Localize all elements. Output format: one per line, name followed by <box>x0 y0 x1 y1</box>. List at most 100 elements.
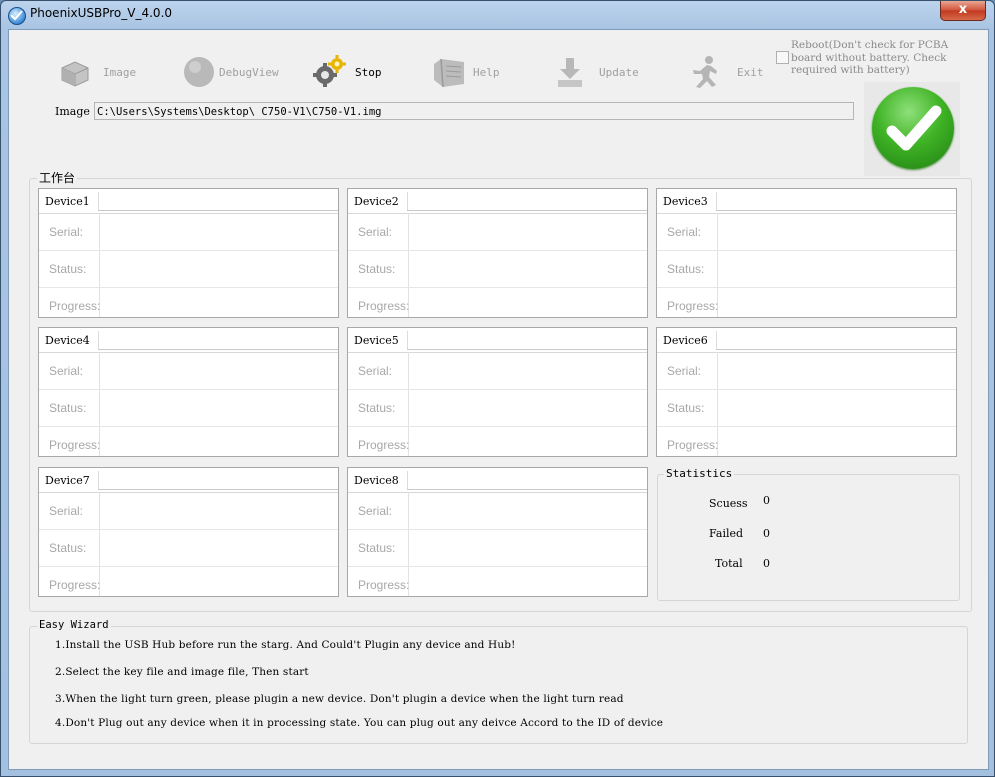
serial-label: Serial: <box>49 504 84 518</box>
checkmark-icon <box>886 105 942 151</box>
reboot-checkbox[interactable] <box>776 51 789 64</box>
status-label: Status: <box>49 541 87 555</box>
header-underline <box>98 489 338 490</box>
header-underline <box>716 349 956 350</box>
progress-row: Progress: <box>657 288 956 324</box>
serial-label: Serial: <box>358 504 393 518</box>
status-label: Status: <box>667 262 705 276</box>
running-man-exit-icon <box>687 54 723 90</box>
header-divider <box>98 331 99 349</box>
header-underline <box>98 210 338 211</box>
title-bar[interactable]: PhoenixUSBPro_V_4.0.0 x <box>1 1 994 28</box>
device-panel: Device2 Serial: Status: Progress: <box>347 188 648 318</box>
serial-label: Serial: <box>49 364 84 378</box>
debug-circle-icon <box>181 54 217 90</box>
device-panel: Device6 Serial: Status: Progress: <box>656 327 957 457</box>
header-underline <box>716 210 956 211</box>
device-header: Device6 <box>657 328 956 353</box>
progress-label: Progress: <box>49 578 101 592</box>
wizard-line-4: 4.Don't Plug out any device when it in p… <box>55 717 664 729</box>
progress-label: Progress: <box>667 299 719 313</box>
status-label: Status: <box>358 262 396 276</box>
statistics-title: Statistics <box>664 467 735 480</box>
header-divider <box>716 192 717 210</box>
device-name: Device3 <box>663 195 708 208</box>
serial-label: Serial: <box>667 364 702 378</box>
device-header: Device5 <box>348 328 647 353</box>
image-file-icon <box>57 54 93 90</box>
progress-row: Progress: <box>39 567 338 603</box>
device-header: Device8 <box>348 468 647 493</box>
reboot-option[interactable]: Reboot(Don't check for PCBA board withou… <box>776 39 966 77</box>
image-path-field[interactable]: C:\Users\Systems\Desktop\ C750-V1\C750-V… <box>94 102 854 120</box>
serial-row: Serial: <box>657 353 956 390</box>
device-name: Device2 <box>354 195 399 208</box>
header-divider <box>716 331 717 349</box>
header-underline <box>407 489 647 490</box>
update-button[interactable]: Update <box>553 52 639 92</box>
progress-label: Progress: <box>358 438 410 452</box>
gears-icon <box>311 54 347 90</box>
progress-label: Progress: <box>49 299 101 313</box>
exit-button-label: Exit <box>737 65 764 79</box>
status-label: Status: <box>49 262 87 276</box>
status-row: Status: <box>39 530 338 567</box>
progress-row: Progress: <box>657 427 956 463</box>
header-divider <box>98 471 99 489</box>
device-panel: Device8 Serial: Status: Progress: <box>347 467 648 597</box>
close-button[interactable]: x <box>940 1 986 21</box>
header-underline <box>98 349 338 350</box>
progress-row: Progress: <box>348 567 647 603</box>
device-panel: Device3 Serial: Status: Progress: <box>656 188 957 318</box>
serial-row: Serial: <box>39 214 338 251</box>
status-row: Status: <box>657 390 956 427</box>
statistics-group <box>657 474 960 601</box>
device-name: Device6 <box>663 334 708 347</box>
stat-success-label: Scuess <box>709 497 748 510</box>
device-panel: Device1 Serial: Status: Progress: <box>38 188 339 318</box>
stop-button[interactable]: Stop <box>311 52 382 92</box>
status-light-panel <box>864 82 960 176</box>
header-divider <box>407 331 408 349</box>
reboot-label: Reboot(Don't check for PCBA board withou… <box>791 39 949 76</box>
header-divider <box>407 192 408 210</box>
device-header: Device4 <box>39 328 338 353</box>
help-button-label: Help <box>473 65 500 79</box>
device-header: Device3 <box>657 189 956 214</box>
image-button-label: Image <box>103 65 137 79</box>
serial-row: Serial: <box>348 353 647 390</box>
debugview-button[interactable]: DebugView <box>181 52 279 92</box>
device-header: Device7 <box>39 468 338 493</box>
progress-row: Progress: <box>348 288 647 324</box>
window-title: PhoenixUSBPro_V_4.0.0 <box>30 6 173 20</box>
stat-failed-value: 0 <box>763 527 770 540</box>
stat-failed-label: Failed <box>709 527 744 540</box>
status-label: Status: <box>49 401 87 415</box>
client-area: Image DebugView Stop Help Update Exit Re… <box>8 29 989 770</box>
help-book-icon <box>431 54 467 90</box>
device-name: Device4 <box>45 334 90 347</box>
status-label: Status: <box>358 541 396 555</box>
exit-button[interactable]: Exit <box>687 52 764 92</box>
status-light <box>872 87 954 169</box>
device-header: Device1 <box>39 189 338 214</box>
device-name: Device7 <box>45 474 90 487</box>
device-name: Device8 <box>354 474 399 487</box>
stat-total-label: Total <box>715 557 743 570</box>
debugview-button-label: DebugView <box>219 65 279 79</box>
status-row: Status: <box>348 251 647 288</box>
status-row: Status: <box>657 251 956 288</box>
progress-label: Progress: <box>358 578 410 592</box>
image-button[interactable]: Image <box>57 52 136 92</box>
help-button[interactable]: Help <box>431 52 500 92</box>
wizard-line-2: 2.Select the key file and image file, Th… <box>55 666 309 678</box>
progress-label: Progress: <box>49 438 101 452</box>
serial-row: Serial: <box>348 214 647 251</box>
serial-row: Serial: <box>657 214 956 251</box>
progress-row: Progress: <box>39 427 338 463</box>
device-name: Device5 <box>354 334 399 347</box>
serial-label: Serial: <box>49 225 84 239</box>
status-label: Status: <box>358 401 396 415</box>
device-name: Device1 <box>45 195 90 208</box>
device-panel: Device7 Serial: Status: Progress: <box>38 467 339 597</box>
